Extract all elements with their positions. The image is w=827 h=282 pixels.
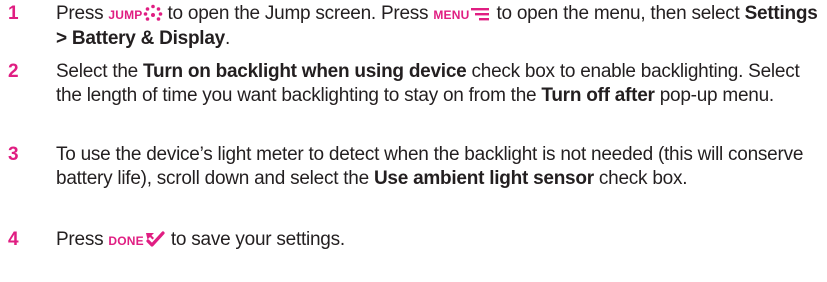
step-text: Press DONE to save your settings. [56,229,345,250]
ambient-sensor-label: Use ambient light sensor [373,168,594,189]
step-number: 4 [8,229,19,250]
step-text: To use the device’s light meter to detec… [56,144,804,189]
menu-lines-icon [471,8,490,21]
instruction-steps: 1 Press JUMP to open the Jump screen. Pr… [0,0,827,282]
done-check-icon [145,231,165,247]
menu-key-label: MENU [433,8,470,22]
step-text: Select the Turn on backlight when using … [56,61,800,106]
jump-key-label: JUMP [108,8,143,22]
step-number: 1 [8,3,19,24]
turn-off-after-label: Turn off after [541,85,655,106]
step-text: Press JUMP to open the Jump screen. Pres… [56,3,818,49]
step-number: 2 [8,61,19,82]
backlight-checkbox-label: Turn on backlight when using device [143,61,467,82]
jump-dots-icon [143,4,162,21]
step-number: 3 [8,144,19,165]
done-key-label: DONE [108,234,144,248]
